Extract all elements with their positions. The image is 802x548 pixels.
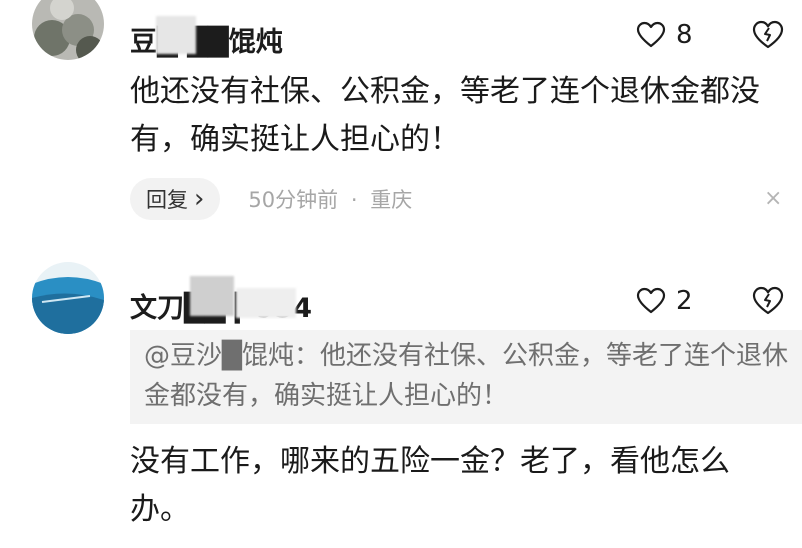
dislike-button[interactable] (752, 286, 784, 320)
broken-heart-icon (752, 286, 784, 315)
avatar-image (32, 262, 104, 334)
redaction-patch (156, 16, 196, 54)
close-icon[interactable]: × (764, 186, 782, 211)
comment-text: 他还没有社保、公积金，等老了连个退休金都没有，确实挺让人担心的！ (130, 74, 760, 157)
chevron-right-icon: › (194, 184, 205, 214)
comment-text: 没有工作，哪来的五险一金？老了，看他怎么办。 (130, 444, 730, 527)
comment-location: 重庆 (370, 188, 413, 212)
meta-separator: · (350, 188, 358, 212)
like-button[interactable]: 8 (636, 20, 693, 50)
like-count: 8 (676, 20, 693, 50)
username[interactable]: 豆█ ██馄炖 (130, 20, 283, 59)
redaction-patch (236, 288, 296, 318)
avatar[interactable] (32, 262, 104, 334)
dislike-button[interactable] (752, 20, 784, 54)
comment-time: 50分钟前 (248, 188, 339, 212)
redaction-patch (190, 276, 234, 316)
heart-icon (636, 21, 666, 48)
avatar[interactable] (32, 0, 104, 60)
like-count: 2 (676, 286, 693, 316)
broken-heart-icon (752, 20, 784, 49)
quoted-comment[interactable]: @豆沙█馄炖：他还没有社保、公积金，等老了连个退休金都没有，确实挺让人担心的！ (130, 330, 802, 424)
comment-actions: 回复 › 50分钟前 · 重庆 (130, 178, 412, 220)
avatar-image (32, 0, 104, 60)
heart-icon (636, 287, 666, 314)
reply-button[interactable]: 回复 › (130, 178, 221, 220)
like-button[interactable]: 2 (636, 286, 693, 316)
comment-meta: 50分钟前 · 重庆 (248, 184, 412, 214)
reply-label: 回复 (146, 188, 188, 212)
